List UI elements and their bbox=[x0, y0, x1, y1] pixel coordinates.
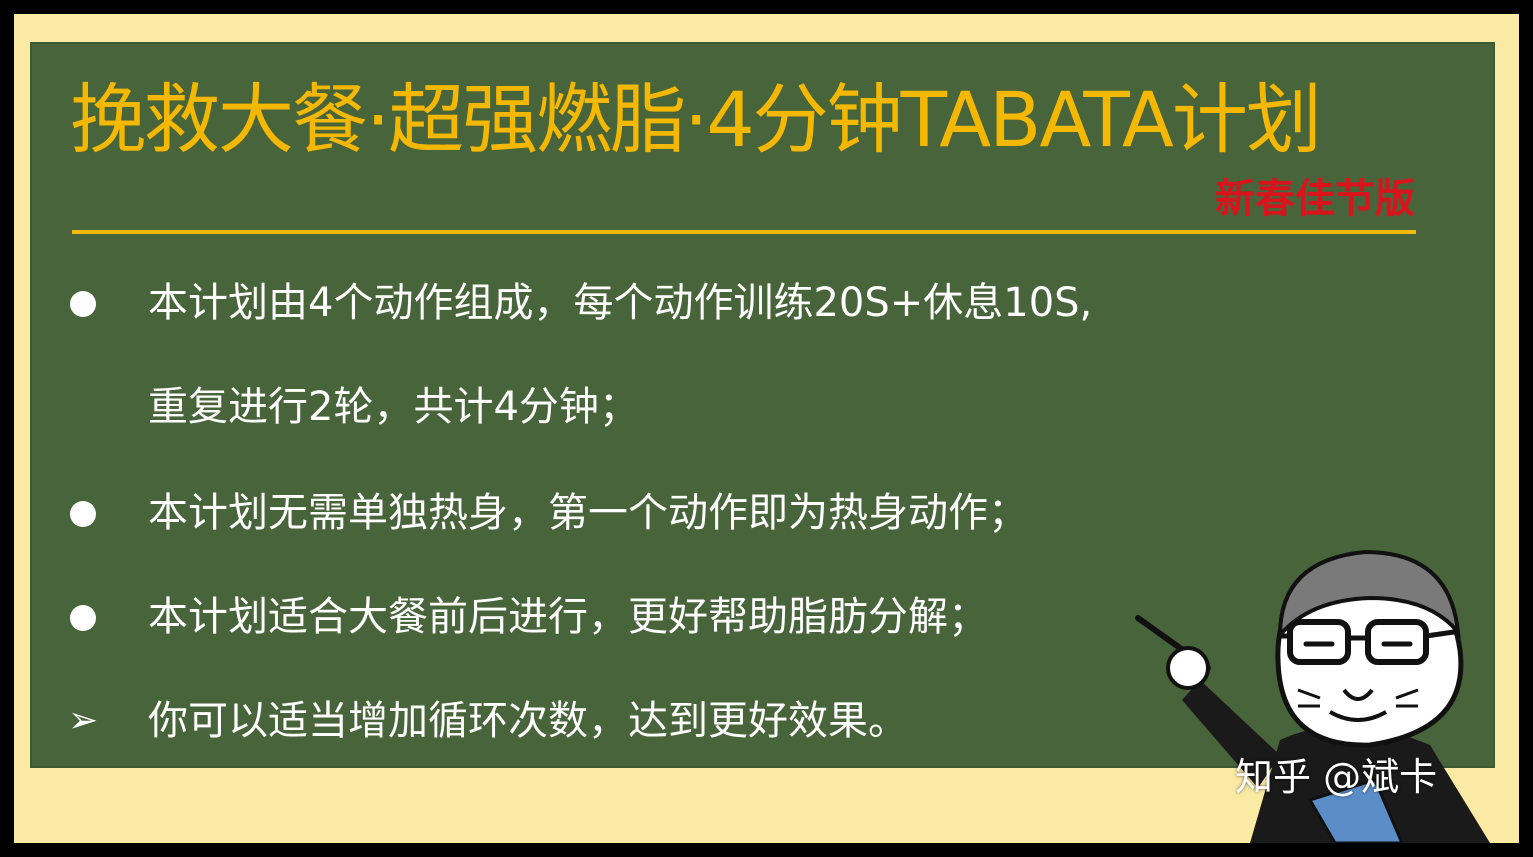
bullet-dot-icon bbox=[68, 278, 108, 328]
poster-title: 挽救大餐·超强燃脂·4分钟TABATA计划 bbox=[70, 75, 1322, 164]
bullet-dot-icon bbox=[68, 488, 108, 538]
poster-subtitle: 新春佳节版 bbox=[1215, 175, 1415, 222]
zhihu-watermark: 知乎 @斌卡 bbox=[1235, 755, 1438, 799]
bullet-dot-icon bbox=[68, 592, 108, 642]
title-divider bbox=[72, 230, 1416, 234]
bullet-arrow-icon: ➢ bbox=[68, 700, 99, 741]
list-item-text: 重复进行2轮，共计4分钟； bbox=[148, 384, 639, 430]
list-item-text: 本计划由4个动作组成，每个动作训练20S+休息10S, bbox=[148, 280, 1093, 326]
list-item-text: 本计划适合大餐前后进行，更好帮助脂肪分解； bbox=[148, 594, 988, 640]
list-item-text: 本计划无需单独热身，第一个动作即为热身动作； bbox=[148, 490, 1028, 536]
list-item-text: 你可以适当增加循环次数，达到更好效果。 bbox=[148, 698, 908, 744]
